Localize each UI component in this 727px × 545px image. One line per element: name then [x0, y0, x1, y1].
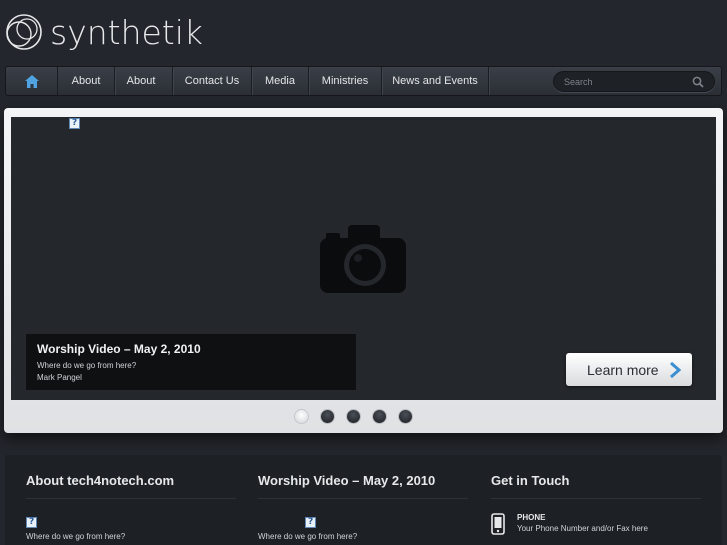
nav-item-label: Ministries — [321, 75, 369, 87]
featured-slider: Worship Video – May 2, 2010 Where do we … — [4, 108, 723, 433]
footer-worship-text: Where do we go from here? — [258, 532, 358, 541]
nav-item-about[interactable]: About — [58, 67, 115, 95]
brand-name: synthetik — [50, 12, 204, 52]
home-icon — [24, 74, 39, 88]
slide-author: Mark Pangel — [37, 373, 82, 382]
phone-label: PHONE — [517, 513, 546, 522]
slide-caption: Worship Video – May 2, 2010 Where do we … — [26, 334, 356, 390]
logo-rings-icon — [6, 14, 42, 50]
slide: Worship Video – May 2, 2010 Where do we … — [11, 117, 716, 400]
nav-item-media[interactable]: Media — [252, 67, 309, 95]
nav-item-contact-us[interactable]: Contact Us — [173, 67, 252, 95]
nav-item-about-dropdown[interactable]: About — [115, 67, 173, 95]
phone-icon — [491, 513, 505, 535]
slide-title[interactable]: Worship Video – May 2, 2010 — [37, 342, 345, 356]
footer-worship: Worship Video – May 2, 2010 Where do we … — [258, 473, 468, 541]
footer-worship-title[interactable]: Worship Video – May 2, 2010 — [258, 473, 468, 499]
chevron-right-icon — [670, 362, 681, 378]
site-logo[interactable]: synthetik — [4, 12, 203, 52]
phone-value: Your Phone Number and/or Fax here — [517, 524, 648, 533]
nav-item-label: Contact Us — [184, 75, 240, 87]
nav-home-button[interactable] — [6, 67, 58, 95]
footer-contact: Get in Touch PHONE Your Phone Number and… — [491, 473, 701, 535]
nav-item-ministries[interactable]: Ministries — [309, 67, 382, 95]
nav-item-label: About — [126, 75, 156, 87]
nav-item-news-and-events[interactable]: News and Events — [382, 67, 489, 95]
phone-row: PHONE Your Phone Number and/or Fax here — [491, 513, 701, 535]
slider-dot-4[interactable] — [373, 410, 386, 423]
slider-dot-5[interactable] — [399, 410, 412, 423]
learn-more-button[interactable]: Learn more — [566, 353, 692, 386]
slider-dot-2[interactable] — [321, 410, 334, 423]
search-box — [553, 71, 715, 92]
search-input[interactable] — [564, 76, 692, 87]
learn-more-label: Learn more — [587, 361, 659, 378]
broken-image-icon — [69, 118, 80, 129]
footer-about: About tech4notech.com Where do we go fro… — [26, 473, 236, 541]
footer-about-title: About tech4notech.com — [26, 473, 236, 499]
footer-contact-title: Get in Touch — [491, 473, 701, 499]
nav-item-label: About — [71, 75, 101, 87]
nav-item-label: Media — [265, 75, 295, 87]
broken-image-icon — [26, 517, 37, 528]
search-icon[interactable] — [692, 76, 704, 88]
camera-icon — [320, 225, 406, 293]
footer-about-text: Where do we go from here? — [26, 532, 126, 541]
slider-dot-1[interactable] — [295, 410, 308, 423]
slider-dot-3[interactable] — [347, 410, 360, 423]
slide-subtitle: Where do we go from here? — [37, 361, 137, 370]
footer: About tech4notech.com Where do we go fro… — [5, 455, 722, 545]
main-nav: About About Contact Us Media Ministries … — [5, 66, 722, 96]
nav-item-label: News and Events — [392, 75, 478, 87]
slider-pagination — [295, 410, 412, 423]
broken-image-icon — [305, 517, 316, 528]
